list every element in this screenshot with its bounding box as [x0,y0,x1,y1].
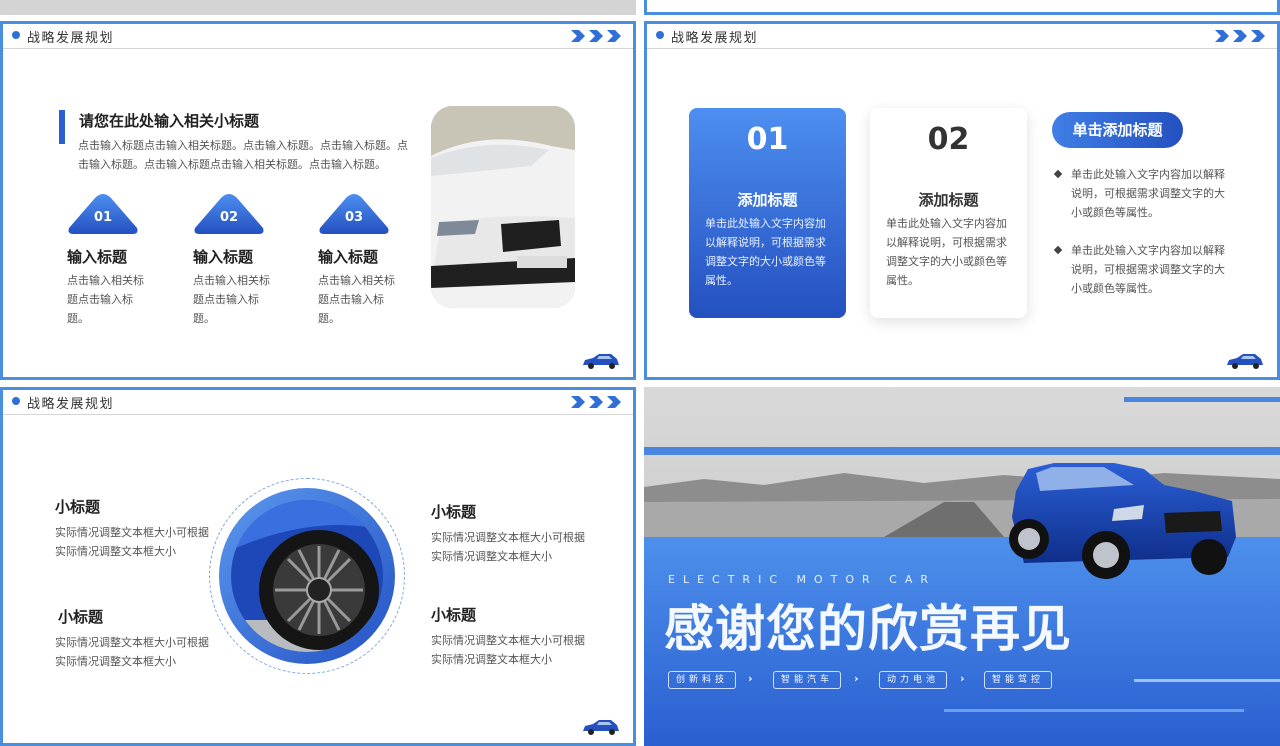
header-dot-icon [12,397,20,405]
english-subtitle[interactable]: ELECTRIC MOTOR CAR [668,573,936,586]
item-badge: 02 [193,192,265,236]
subheading[interactable]: 请您在此处输入相关小标题 [79,110,259,131]
previous-slide-edge-left [0,0,636,15]
bullet-item[interactable]: 单击此处输入文字内容加以解释说明，可根据需求调整文字的大小或颜色等属性。 [1053,165,1233,222]
car-logo-icon [581,717,621,737]
bullet-text[interactable]: 单击此处输入文字内容加以解释说明，可根据需求调整文字的大小或颜色等属性。 [1071,241,1233,298]
item-title[interactable]: 输入标题 [318,246,428,267]
diamond-bullet-icon [1053,245,1063,255]
item-1[interactable]: 01 输入标题 点击输入相关标题点击输入标题。 [67,192,177,328]
slide-thank-you[interactable]: ELECTRIC MOTOR CAR 感谢您的欣赏再见 创新科技 › 智能汽车 … [644,387,1280,746]
block-text[interactable]: 实际情况调整文本框大小可根据实际情况调整文本框大小 [55,523,215,561]
block-text[interactable]: 实际情况调整文本框大小可根据实际情况调整文本框大小 [55,633,215,671]
previous-slide-edge-right [644,0,1280,15]
text-block-bottom-right[interactable]: 小标题 实际情况调整文本框大小可根据实际情况调整文本框大小 [431,604,591,669]
text-block-top-right[interactable]: 小标题 实际情况调整文本框大小可根据实际情况调整文本框大小 [431,501,591,566]
chevrons-right-icon [571,28,623,44]
bullet-text[interactable]: 单击此处输入文字内容加以解释说明，可根据需求调整文字的大小或颜色等属性。 [1071,165,1233,222]
item-text[interactable]: 点击输入相关标题点击输入标题。 [193,271,279,328]
suv-road-photo [644,387,1280,746]
block-title[interactable]: 小标题 [431,501,591,522]
item-title[interactable]: 输入标题 [193,246,303,267]
subheading-accent-bar [59,110,65,144]
car-logo-icon [1225,351,1265,371]
text-block-top-left[interactable]: 小标题 实际情况调整文本框大小可根据实际情况调整文本框大小 [55,496,215,561]
chevron-right-icon: › [854,672,859,685]
chevron-right-icon: › [960,672,965,685]
chevrons-right-icon [571,394,623,410]
block-title[interactable]: 小标题 [55,496,215,517]
item-3[interactable]: 03 输入标题 点击输入相关标题点击输入标题。 [318,192,428,328]
card-text[interactable]: 单击此处输入文字内容加以解释说明，可根据需求调整文字的大小或颜色等属性。 [705,214,830,290]
block-title[interactable]: 小标题 [55,606,215,627]
header-title: 战略发展规划 [27,397,115,412]
chevron-right-icon: › [748,672,753,685]
header-dot-icon [656,31,664,39]
item-2[interactable]: 02 输入标题 点击输入相关标题点击输入标题。 [193,192,303,328]
pill-title[interactable]: 单击添加标题 [1052,112,1183,148]
card-title[interactable]: 添加标题 [870,189,1027,210]
tag[interactable]: 智能驾控 [984,671,1052,689]
car-logo-icon [581,351,621,371]
card-text[interactable]: 单击此处输入文字内容加以解释说明，可根据需求调整文字的大小或颜色等属性。 [886,214,1011,290]
thank-you-title[interactable]: 感谢您的欣赏再见 [664,589,1072,661]
header-title: 战略发展规划 [27,31,115,46]
item-badge: 01 [67,192,139,236]
block-title[interactable]: 小标题 [431,604,591,625]
diamond-bullet-icon [1053,169,1063,179]
block-text[interactable]: 实际情况调整文本框大小可根据实际情况调整文本框大小 [431,528,591,566]
item-title[interactable]: 输入标题 [67,246,177,267]
text-block-bottom-left[interactable]: 小标题 实际情况调整文本框大小可根据实际情况调整文本框大小 [55,606,215,671]
header-title: 战略发展规划 [671,31,759,46]
item-number: 01 [93,210,113,225]
bullet-item[interactable]: 单击此处输入文字内容加以解释说明，可根据需求调整文字的大小或颜色等属性。 [1053,241,1233,298]
slide-header: 战略发展规划 [3,390,633,415]
card-02[interactable]: 02 添加标题 单击此处输入文字内容加以解释说明，可根据需求调整文字的大小或颜色… [870,108,1027,318]
tag[interactable]: 动力电池 [879,671,947,689]
card-number: 01 [746,122,789,157]
slide-header: 战略发展规划 [3,24,633,49]
card-01[interactable]: 01 添加标题 单击此处输入文字内容加以解释说明，可根据需求调整文字的大小或颜色… [689,108,846,318]
wheel-photo[interactable] [231,500,383,652]
white-car-photo[interactable] [431,106,575,308]
item-number: 03 [344,210,364,225]
header-dot-icon [12,31,20,39]
item-text[interactable]: 点击输入相关标题点击输入标题。 [318,271,404,328]
item-text[interactable]: 点击输入相关标题点击输入标题。 [67,271,153,328]
item-badge: 03 [318,192,390,236]
chevrons-right-icon [1215,28,1267,44]
card-number: 02 [927,122,970,157]
block-text[interactable]: 实际情况调整文本框大小可根据实际情况调整文本框大小 [431,631,591,669]
slide-header: 战略发展规划 [647,24,1277,49]
tag[interactable]: 智能汽车 [773,671,841,689]
tag[interactable]: 创新科技 [668,671,736,689]
item-number: 02 [219,210,239,225]
slide-strategy-1[interactable]: 战略发展规划 请您在此处输入相关小标题 点击输入标题点击输入相关标题。点击输入标… [0,21,636,380]
slide-strategy-2[interactable]: 战略发展规划 01 添加标题 单击此处输入文字内容加以解释说明，可根据需求调整文… [644,21,1280,380]
slide-strategy-3[interactable]: 战略发展规划 小标题 实际情况调整文本框大小可根据实际情况调整文本框大小 小标题… [0,387,636,746]
subheading-paragraph[interactable]: 点击输入标题点击输入相关标题。点击输入标题。点击输入标题。点击输入标题。点击输入… [78,136,418,174]
card-title[interactable]: 添加标题 [689,189,846,210]
